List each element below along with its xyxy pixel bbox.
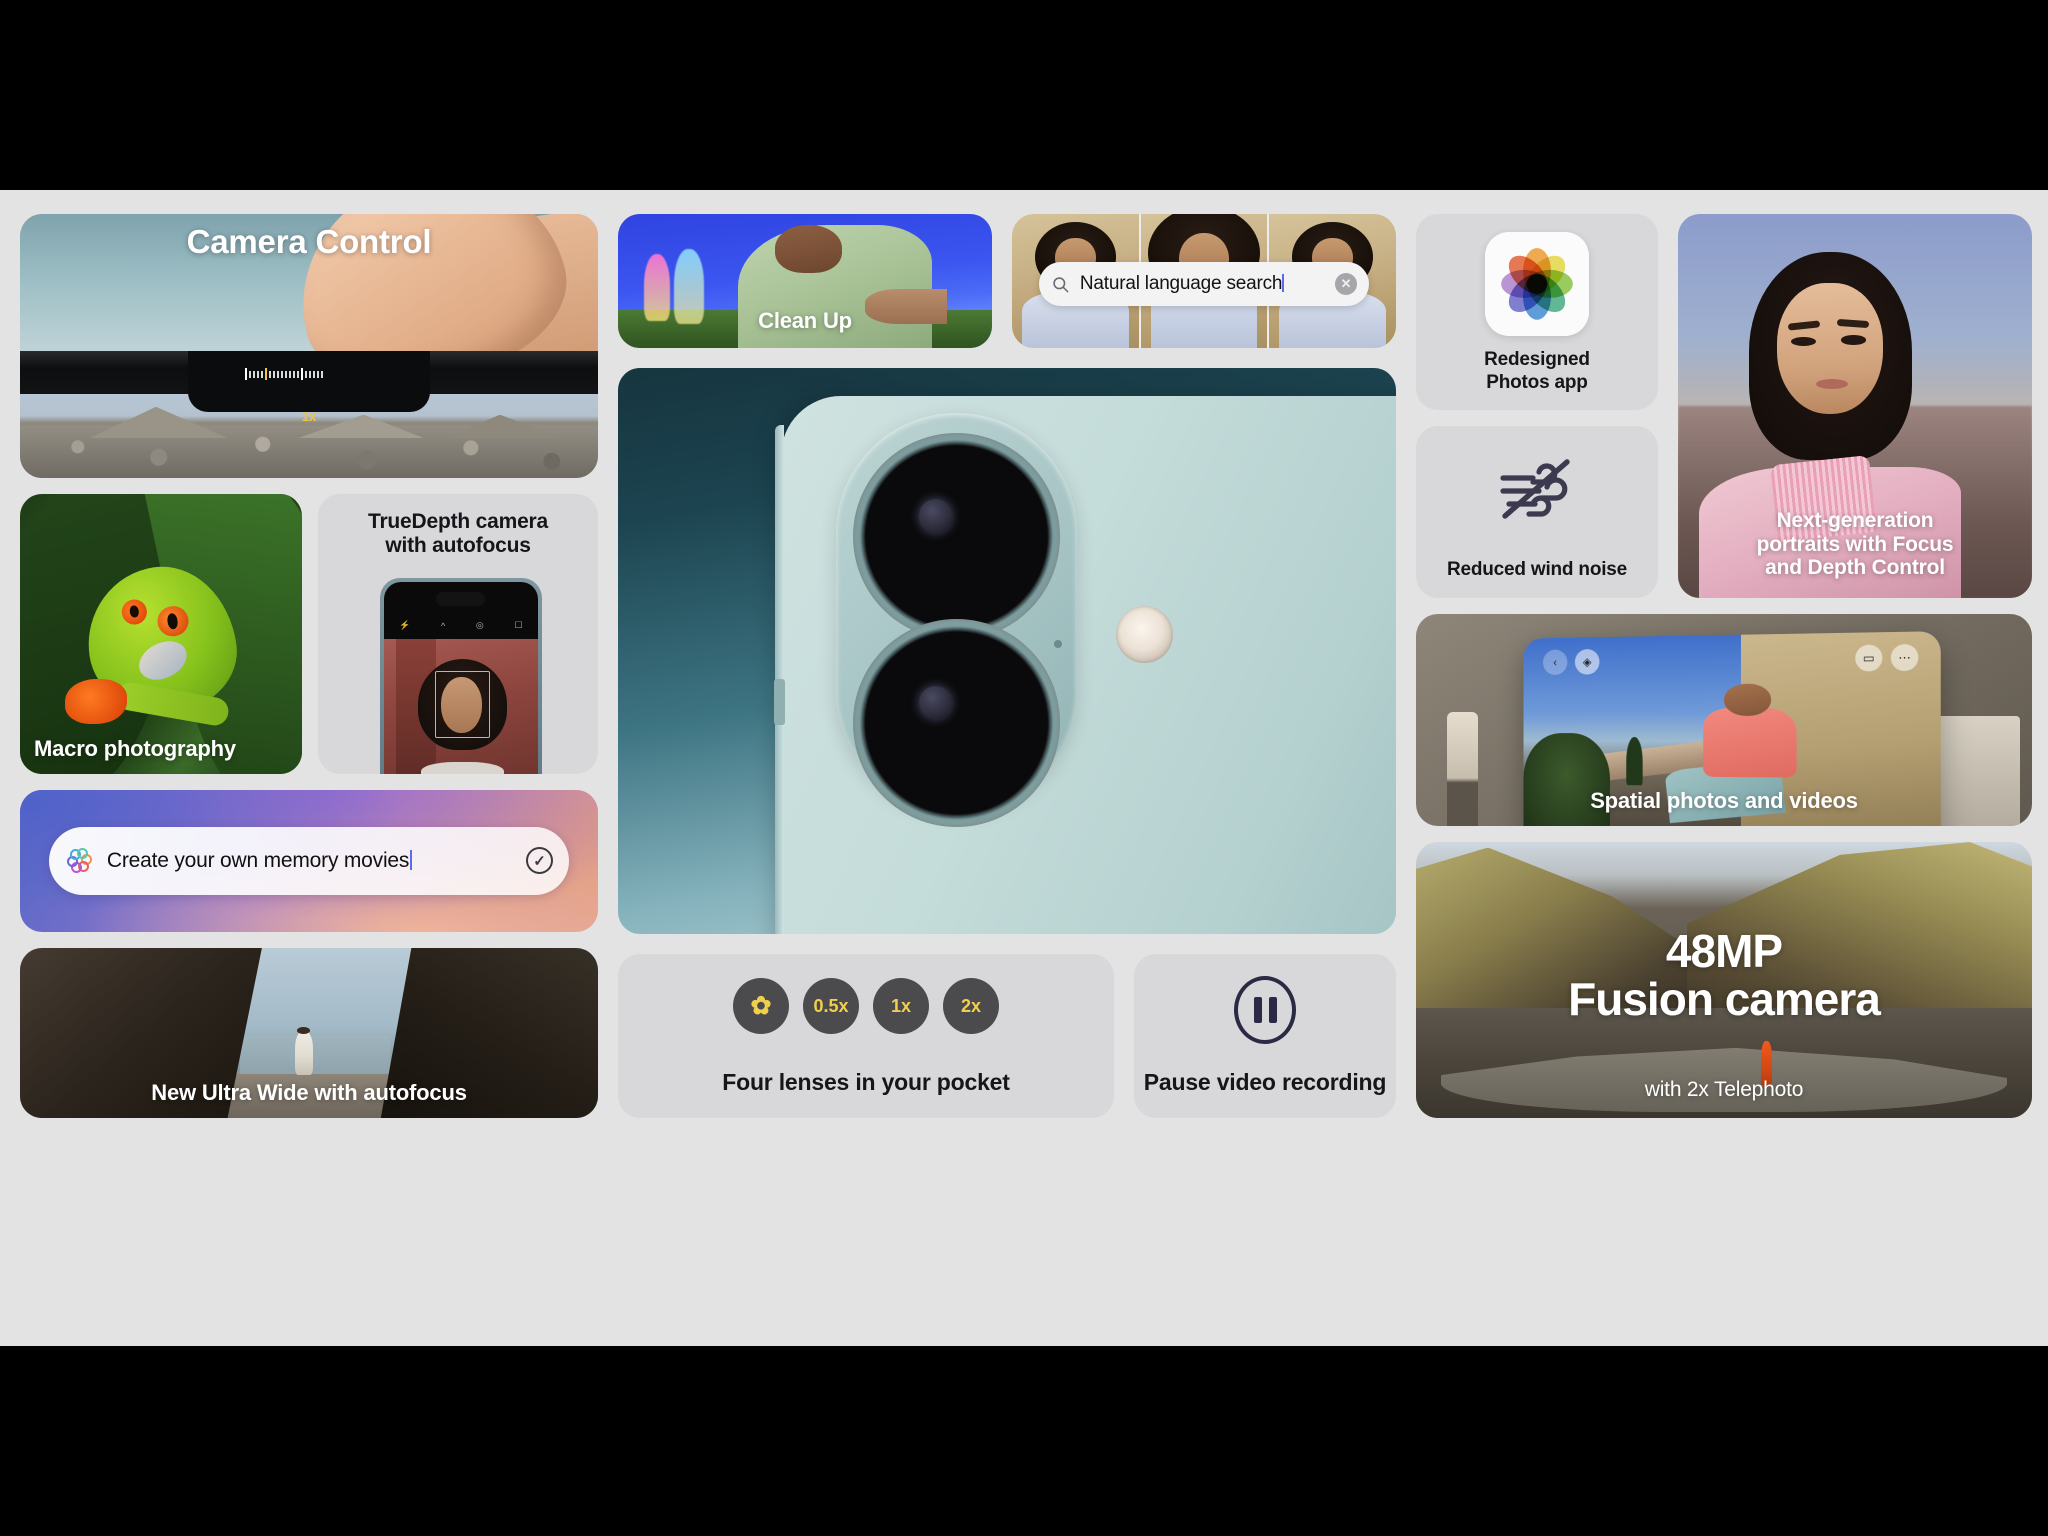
lens-chip-macro[interactable]: ✿ — [733, 978, 789, 1034]
card-hero-phone[interactable] — [618, 368, 1396, 934]
aspect-ratio-icon[interactable]: ☐ — [515, 620, 523, 631]
chevron-up-icon[interactable]: ^ — [441, 621, 445, 631]
cypress-tree — [1625, 736, 1642, 786]
card-clean-up[interactable]: Clean Up — [618, 214, 992, 348]
fusion-subhead: with 2x Telephoto — [1644, 1078, 1804, 1102]
portrait-eye-left — [1791, 336, 1817, 347]
card-fusion-camera[interactable]: 48MP Fusion camera with 2x Telephoto — [1416, 842, 2032, 1118]
frog-eye-left — [120, 597, 149, 626]
more-options-icon[interactable]: ⋯ — [1890, 644, 1918, 672]
immersive-cube-icon[interactable]: ◈ — [1574, 649, 1599, 676]
spatial-caption: Spatial photos and videos — [1590, 788, 1858, 814]
cleanup-caption: Clean Up — [758, 308, 852, 334]
portrait-caption-line1: Next-generation — [1776, 509, 1934, 533]
spatial-toolbar-right[interactable]: ▭ ⋯ — [1854, 644, 1918, 672]
phone-volume-button[interactable] — [773, 679, 786, 725]
memory-prompt-text: Create your own memory movies — [107, 849, 514, 873]
ultrawide-caption: New Ultra Wide with autofocus — [151, 1080, 467, 1106]
video-camera-icon[interactable]: ▭ — [1854, 644, 1882, 672]
photos-app-label-line1: Redesigned — [1484, 348, 1590, 370]
memory-prompt-field[interactable]: Create your own memory movies ✓ — [48, 826, 570, 896]
feature-grid: 1x Camera Control Macro photography True… — [20, 190, 2032, 1346]
card-spatial-photos[interactable]: ‹ ◈ ▭ ⋯ Spatial photos and videos — [1416, 614, 2032, 826]
card-portrait-depth[interactable]: Next-generation portraits with Focus and… — [1678, 214, 2032, 598]
portrait-eye-right — [1840, 335, 1866, 345]
clear-circle-icon[interactable]: ✕ — [1335, 273, 1358, 296]
fusion-headline-line2: Fusion camera — [1568, 973, 1881, 1025]
lens-chip-2x[interactable]: 2x — [943, 978, 999, 1034]
spatial-toolbar-left[interactable]: ‹ ◈ — [1542, 649, 1599, 676]
subject-shirt — [420, 761, 504, 774]
camera-toolbar[interactable]: ⚡ ^ ◎ ☐ — [384, 615, 538, 637]
photos-app-label-line2: Photos app — [1486, 371, 1588, 393]
portrait-caption-line3: and Depth Control — [1765, 556, 1945, 580]
pause-caption: Pause video recording — [1143, 1069, 1387, 1096]
photos-app-label: Redesigned Photos app — [1416, 348, 1658, 394]
lenses-caption: Four lenses in your pocket — [722, 1069, 1010, 1096]
macro-caption: Macro photography — [34, 736, 236, 762]
checkmark-circle-icon[interactable]: ✓ — [526, 847, 554, 875]
card-natural-language-search[interactable]: Natural language search ✕ — [1012, 214, 1396, 348]
photos-app-icon[interactable] — [1485, 232, 1589, 336]
lens-chip-row: ✿ 0.5x 1x 2x — [618, 978, 1114, 1034]
text-caret — [1282, 274, 1285, 293]
truedepth-title: TrueDepth camera with autofocus — [318, 510, 598, 557]
frog-belly — [132, 633, 193, 687]
truedepth-title-line1: TrueDepth camera — [367, 510, 549, 533]
card-macro-photography[interactable]: Macro photography — [20, 494, 302, 774]
card-camera-control[interactable]: 1x Camera Control — [20, 214, 598, 478]
siri-glow-icon — [65, 846, 95, 876]
fusion-headline-line1: 48MP — [1665, 925, 1783, 977]
flash-icon[interactable]: ⚡ — [399, 620, 410, 631]
truedepth-title-line2: with autofocus — [385, 533, 531, 557]
ultrawide-person-body — [294, 1031, 314, 1076]
subject-pink-shirt — [1703, 708, 1796, 779]
card-memory-movies[interactable]: Create your own memory movies ✓ — [20, 790, 598, 932]
phone-mockup: ⚡ ^ ◎ ☐ — [379, 578, 542, 774]
frog-eye-right — [155, 603, 190, 639]
wind-slash-icon — [1500, 459, 1570, 519]
pause-circle-icon[interactable] — [1234, 976, 1296, 1044]
lens-chip-0-5x[interactable]: 0.5x — [803, 978, 859, 1034]
portrait-face — [1777, 283, 1884, 414]
autofocus-box — [434, 671, 491, 739]
phone-screen: ⚡ ^ ◎ ☐ — [383, 582, 538, 774]
card-truedepth-camera[interactable]: TrueDepth camera with autofocus ⚡ ^ ◎ ☐ — [318, 494, 598, 774]
camera-control-notch — [187, 351, 431, 412]
camera-lens-ultrawide — [852, 619, 1061, 827]
ultrawide-person-head — [296, 1027, 310, 1034]
magnifier-icon — [1053, 277, 1069, 293]
live-photo-icon[interactable]: ◎ — [476, 620, 484, 631]
subject-head — [1723, 683, 1771, 717]
zoom-level-label: 1x — [301, 409, 317, 425]
frog-foot — [65, 678, 128, 724]
camera-lens-wide — [852, 433, 1061, 641]
viewfinder — [383, 638, 538, 774]
dynamic-island — [436, 592, 486, 607]
card-photos-app[interactable]: Redesigned Photos app — [1416, 214, 1658, 410]
card-ultra-wide[interactable]: New Ultra Wide with autofocus — [20, 948, 598, 1118]
portrait-caption: Next-generation portraits with Focus and… — [1688, 509, 2022, 580]
lens-chip-1x[interactable]: 1x — [873, 978, 929, 1034]
content-slab: 1x Camera Control Macro photography True… — [0, 190, 2048, 1346]
camera-control-title: Camera Control — [186, 223, 432, 260]
wind-noise-label: Reduced wind noise — [1446, 558, 1628, 580]
camera-plateau — [835, 413, 1077, 827]
card-four-lenses[interactable]: ✿ 0.5x 1x 2x Four lenses in your pocket — [618, 954, 1114, 1118]
card-reduced-wind-noise[interactable]: Reduced wind noise — [1416, 426, 1658, 598]
portrait-caption-line2: portraits with Focus — [1756, 532, 1954, 556]
cleanup-subject-head — [775, 224, 843, 273]
search-input[interactable]: Natural language search ✕ — [1038, 262, 1370, 307]
back-chevron-icon[interactable]: ‹ — [1542, 649, 1567, 676]
search-input-text: Natural language search — [1079, 273, 1285, 295]
zoom-slider-ticks[interactable] — [245, 368, 384, 381]
text-caret — [410, 849, 413, 870]
card-pause-video[interactable]: Pause video recording — [1134, 954, 1396, 1118]
screenshot-root: 1x Camera Control Macro photography True… — [0, 0, 2048, 1536]
portrait-lips — [1816, 379, 1848, 390]
